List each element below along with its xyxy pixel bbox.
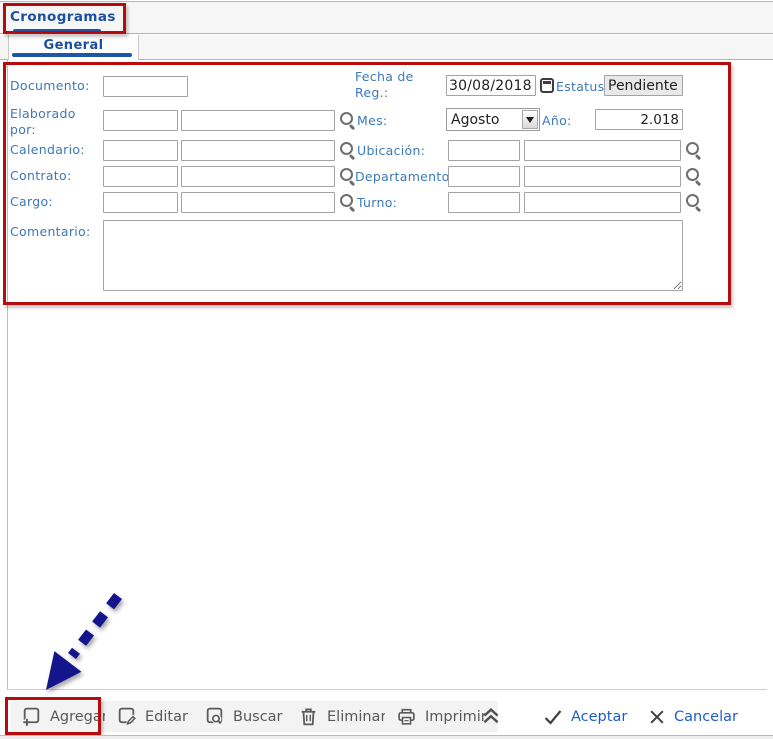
cargo-label: Cargo: — [10, 194, 53, 210]
cancelar-button[interactable]: Cancelar — [648, 703, 738, 730]
turno-label: Turno: — [357, 195, 397, 211]
elaborado-por-code-input[interactable] — [103, 110, 178, 131]
documento-input[interactable] — [103, 76, 188, 97]
eliminar-button[interactable]: Eliminar — [287, 701, 397, 732]
cargo-name-input[interactable] — [181, 192, 335, 213]
page-title: Cronogramas — [10, 9, 116, 25]
mes-select[interactable]: Agosto — [446, 108, 540, 131]
elaborado-por-magnifier-icon[interactable] — [339, 111, 357, 129]
calendario-code-input[interactable] — [103, 140, 178, 161]
ubicacion-name-input[interactable] — [524, 140, 681, 161]
mes-label: Mes: — [357, 113, 387, 129]
editar-button[interactable]: Editar — [105, 701, 199, 732]
documento-label: Documento: — [10, 78, 90, 94]
departamento-label: Departamento: — [355, 169, 454, 185]
agregar-button-label: Agregar — [50, 709, 108, 725]
buscar-button[interactable]: Buscar — [193, 701, 294, 732]
calendario-magnifier-icon[interactable] — [339, 141, 357, 159]
fecha-reg-input[interactable] — [446, 75, 536, 96]
aceptar-button[interactable]: Aceptar — [543, 703, 627, 730]
tab-general-label: General — [9, 38, 138, 53]
departamento-code-input[interactable] — [448, 166, 520, 187]
title-underline — [13, 29, 101, 33]
document-plus-icon — [21, 706, 42, 727]
x-icon — [648, 708, 666, 726]
document-pencil-icon — [116, 706, 137, 727]
calendario-label: Calendario: — [10, 142, 85, 158]
contrato-name-input[interactable] — [181, 166, 335, 187]
document-magnifier-icon — [204, 706, 225, 727]
elaborado-por-label: Elaborado por: — [10, 106, 90, 137]
double-chevron-up-icon — [479, 703, 503, 727]
editar-button-label: Editar — [145, 709, 188, 725]
ubicacion-label: Ubicación: — [357, 143, 425, 159]
contrato-code-input[interactable] — [103, 166, 178, 187]
comentario-textarea[interactable] — [103, 220, 683, 291]
turno-code-input[interactable] — [448, 192, 520, 213]
window-title-bar: Cronogramas — [0, 1, 773, 34]
down-arrow-icon[interactable] — [522, 110, 538, 129]
ubicacion-magnifier-icon[interactable] — [685, 141, 703, 159]
bottom-strip — [0, 735, 773, 739]
ubicacion-code-input[interactable] — [448, 140, 520, 161]
collapse-toolbar-button[interactable] — [478, 703, 504, 729]
estatus-input — [604, 75, 683, 96]
printer-icon — [396, 706, 417, 727]
estatus-label: Estatus: — [556, 79, 609, 95]
tab-general[interactable]: General — [8, 35, 139, 60]
cargo-code-input[interactable] — [103, 192, 178, 213]
turno-magnifier-icon[interactable] — [685, 193, 703, 211]
anio-label: Año: — [542, 113, 572, 129]
contrato-label: Contrato: — [10, 168, 71, 184]
agregar-button[interactable]: Agregar — [10, 701, 119, 732]
check-icon — [543, 707, 563, 727]
calendar-icon[interactable] — [540, 78, 554, 93]
turno-name-input[interactable] — [524, 192, 681, 213]
mes-select-value: Agosto — [451, 112, 499, 128]
eliminar-button-label: Eliminar — [327, 709, 386, 725]
cargo-magnifier-icon[interactable] — [339, 193, 357, 211]
departamento-magnifier-icon[interactable] — [685, 167, 703, 185]
departamento-name-input[interactable] — [524, 166, 681, 187]
elaborado-por-name-input[interactable] — [181, 110, 335, 131]
buscar-button-label: Buscar — [233, 709, 283, 725]
cancelar-button-label: Cancelar — [674, 709, 738, 725]
trash-icon — [298, 706, 319, 727]
aceptar-button-label: Aceptar — [571, 709, 627, 725]
cronogramas-window: Cronogramas General Documento: Fecha de … — [0, 0, 773, 739]
tab-underline — [12, 53, 132, 57]
fecha-reg-label: Fecha de Reg.: — [355, 69, 430, 100]
calendario-name-input[interactable] — [181, 140, 335, 161]
anio-input[interactable] — [595, 109, 683, 130]
comentario-label: Comentario: — [10, 224, 91, 240]
